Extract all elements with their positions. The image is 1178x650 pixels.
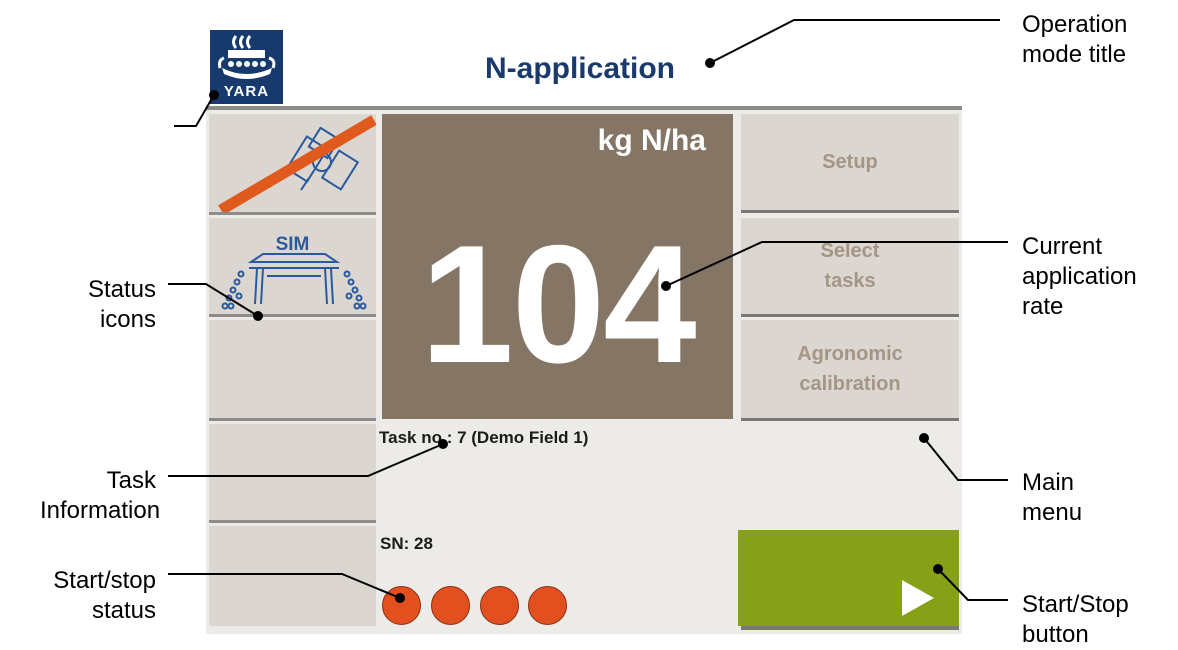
callout-current-application-rate: Current application rate <box>1022 233 1137 320</box>
callout-start-stop-button: Start/Stop button <box>1022 591 1129 648</box>
callout-status-icons: Status icons <box>87 276 156 333</box>
callout-task-information: Task Information <box>40 467 161 524</box>
callout-operation-mode-title: Operation mode title <box>1022 11 1128 68</box>
callout-start-stop-status: Start/stop status <box>53 567 156 624</box>
callout-lines <box>168 19 1008 603</box>
callout-main-menu: Main menu <box>1022 469 1083 526</box>
